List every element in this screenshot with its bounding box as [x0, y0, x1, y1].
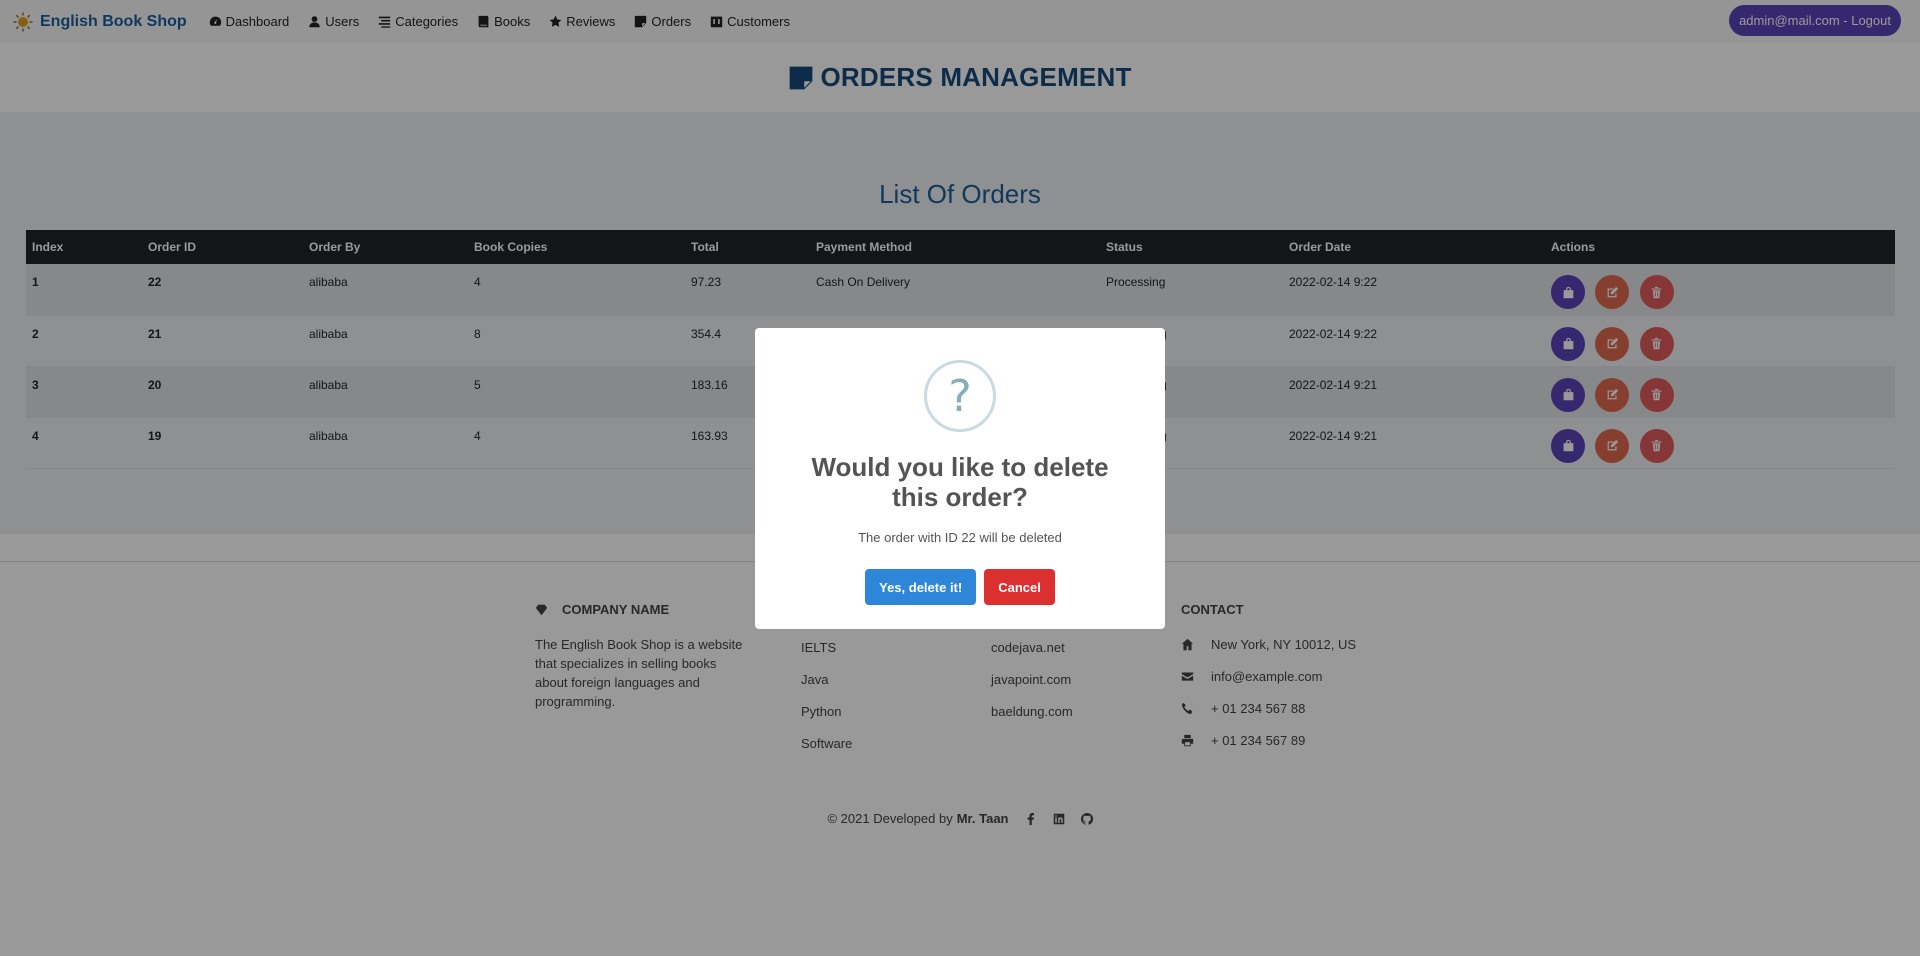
delete-confirm-dialog: ? Would you like to delete this order? T… — [755, 328, 1165, 629]
dialog-actions: Yes, delete it! Cancel — [755, 569, 1165, 605]
question-icon: ? — [924, 360, 996, 432]
confirm-delete-button[interactable]: Yes, delete it! — [865, 569, 977, 605]
dialog-text: The order with ID 22 will be deleted — [858, 530, 1062, 545]
dialog-title: Would you like to delete this order? — [811, 452, 1109, 512]
cancel-button[interactable]: Cancel — [984, 569, 1055, 605]
